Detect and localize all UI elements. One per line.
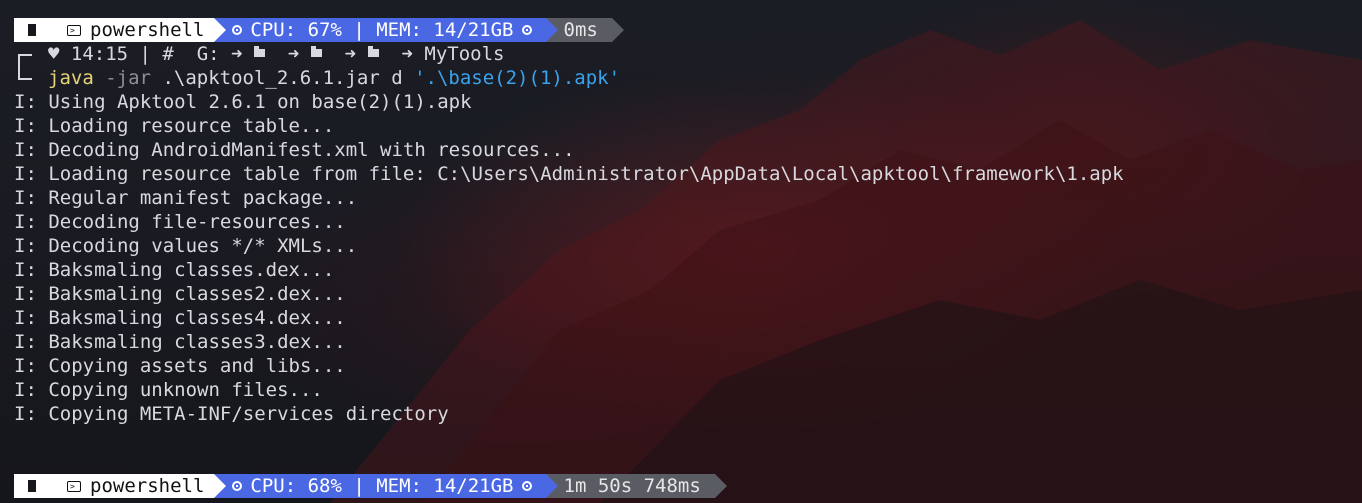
output-line: I: Baksmaling classes.dex... — [14, 259, 335, 281]
path-line: ♥ 14:15 | # G: ➜ ➜ ➜ ➜ MyTools — [48, 42, 504, 66]
output-line: I: Copying META-INF/services directory — [14, 403, 449, 425]
system-stats: CPU: 67% | MEM: 14/21GB — [250, 19, 514, 41]
terminal-icon: > — [67, 24, 81, 36]
chip-icon — [232, 481, 243, 491]
terminal-icon: > — [67, 480, 81, 492]
output-line: I: Decoding values */* XMLs... — [14, 235, 358, 257]
output-line: I: Baksmaling classes2.dex... — [14, 283, 346, 305]
folder-icon — [367, 46, 379, 57]
command-flag: -jar — [105, 67, 151, 89]
output-line: I: Decoding file-resources... — [14, 211, 346, 233]
shell-name: powershell — [90, 475, 205, 497]
system-stats: CPU: 68% | MEM: 14/21GB — [250, 475, 514, 497]
chip-icon — [521, 25, 532, 35]
clock-label: ♥ 14:15 | # — [48, 43, 174, 65]
chip-icon — [232, 25, 243, 35]
output-line: I: Baksmaling classes4.dex... — [14, 307, 346, 329]
prompt-bar-top: > powershell CPU: 67% | MEM: 14/21GB 0ms — [14, 18, 625, 42]
output-line: I: Loading resource table from file: C:\… — [14, 163, 1124, 185]
output-line: I: Baksmaling classes3.dex... — [14, 331, 346, 353]
system-segment: CPU: 67% | MEM: 14/21GB — [214, 18, 558, 42]
os-segment — [14, 18, 61, 42]
chip-icon — [521, 481, 532, 491]
duration-segment: 1m 50s 748ms — [545, 474, 728, 498]
windows-icon — [28, 24, 39, 36]
folder-icon — [310, 46, 322, 57]
command-line[interactable]: java -jar .\apktool_2.6.1.jar d '.\base(… — [48, 66, 620, 90]
output-line: I: Loading resource table... — [14, 115, 335, 137]
os-segment — [14, 474, 61, 498]
output-line: I: Copying assets and libs... — [14, 355, 346, 377]
shell-name: powershell — [90, 19, 205, 41]
execution-time: 1m 50s 748ms — [563, 475, 701, 497]
command-target: '.\base(2)(1).apk' — [414, 67, 621, 89]
prompt-bar-bottom: > powershell CPU: 68% | MEM: 14/21GB 1m … — [14, 474, 728, 498]
execution-time: 0ms — [563, 19, 598, 41]
folder-name: MyTools — [424, 43, 505, 65]
shell-segment: > powershell — [49, 474, 215, 498]
arrow-icon: ➜ — [231, 43, 243, 65]
arrow-icon: ➜ — [287, 43, 300, 65]
terminal-window[interactable]: > powershell CPU: 67% | MEM: 14/21GB 0ms… — [0, 0, 1362, 503]
windows-icon — [28, 480, 39, 492]
drive-label: G: — [196, 43, 220, 65]
output-line: I: Copying unknown files... — [14, 379, 323, 401]
shell-segment: > powershell — [49, 18, 215, 42]
arrow-icon: ➜ — [401, 43, 413, 65]
command-program: java — [48, 67, 94, 89]
output-line: I: Using Apktool 2.6.1 on base(2)(1).apk — [14, 91, 472, 113]
folder-icon — [253, 46, 265, 57]
duration-segment: 0ms — [545, 18, 625, 42]
system-segment: CPU: 68% | MEM: 14/21GB — [214, 474, 558, 498]
command-args: .\apktool_2.6.1.jar d — [162, 67, 403, 89]
output-line: I: Decoding AndroidManifest.xml with res… — [14, 139, 575, 161]
output-line: I: Regular manifest package... — [14, 187, 358, 209]
arrow-icon: ➜ — [344, 43, 357, 65]
prompt-corner-bottom — [18, 62, 32, 80]
